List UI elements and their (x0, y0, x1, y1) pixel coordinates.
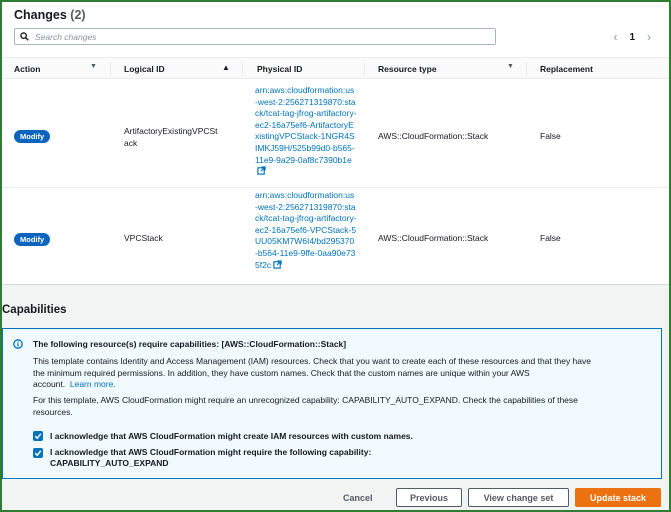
ack-iam-label[interactable]: I acknowledge that AWS CloudFormation mi… (50, 431, 413, 442)
physical-id-link[interactable]: arn:aws:cloudformation:us-west-2:2562713… (255, 85, 357, 178)
alert-text-line: account. (33, 379, 66, 389)
resource-type-cell: AWS::CloudFormation::Stack (378, 131, 489, 141)
alert-heading: The following resource(s) require capabi… (33, 339, 347, 349)
table-row: Modify VPCStack arn:aws:cloudformation:u… (2, 188, 669, 285)
alert-paragraph-iam: This template contains Identity and Acce… (33, 356, 591, 391)
sort-caret-icon[interactable]: ▲ (222, 63, 230, 72)
update-stack-button[interactable]: Update stack (575, 488, 661, 507)
sort-caret-icon[interactable]: ▼ (90, 63, 97, 70)
changes-panel: Changes (2) ‹ 1 › Action ▼ Logical ID ▲ … (2, 2, 669, 285)
table-row: Modify ArtifactoryExistingVPCSt ack arn:… (2, 80, 669, 188)
checkbox-checked-icon (34, 450, 42, 457)
changes-count: (2) (70, 8, 86, 22)
previous-button[interactable]: Previous (396, 488, 462, 507)
replacement-cell: False (540, 131, 561, 141)
ack-auto-expand-checkbox[interactable] (33, 448, 43, 458)
logical-id-cell: VPCStack (124, 232, 163, 244)
resource-type-cell: AWS::CloudFormation::Stack (378, 233, 489, 243)
col-resource-type[interactable]: Resource type (378, 64, 437, 74)
alert-text-line: resources. (33, 406, 73, 417)
sort-caret-icon[interactable]: ▼ (507, 63, 514, 70)
changes-title-text: Changes (14, 8, 67, 22)
search-icon (20, 32, 29, 41)
table-header: Action ▼ Logical ID ▲ Physical ID Resour… (2, 57, 669, 79)
checkbox-checked-icon (34, 433, 42, 440)
physical-id-link[interactable]: arn:aws:cloudformation:us-west-2:2562713… (255, 190, 357, 271)
external-link-icon[interactable] (273, 259, 282, 269)
alert-text-line: For this template, AWS CloudFormation mi… (33, 395, 578, 405)
ack-auto-expand-line: I acknowledge that AWS CloudFormation mi… (50, 447, 372, 457)
col-action-label: Action (14, 64, 41, 74)
replacement-cell: False (540, 233, 561, 243)
col-physical-id-label: Physical ID (257, 64, 303, 74)
info-icon (13, 339, 23, 349)
status-badge: Modify (14, 130, 51, 143)
search-input[interactable] (35, 31, 475, 42)
logical-id-line: ack (124, 138, 138, 148)
page-number[interactable]: 1 (629, 32, 635, 43)
view-change-set-button[interactable]: View change set (468, 488, 569, 507)
capabilities-title: Capabilities (2, 304, 67, 316)
external-link-icon[interactable] (257, 166, 266, 175)
alert-text-line: the minimum required permissions. In add… (33, 367, 530, 378)
logical-id-line: ArtifactoryExistingVPCSt (124, 126, 218, 136)
changes-title: Changes (2) (14, 8, 86, 22)
col-action[interactable]: Action (14, 64, 40, 74)
logical-id-cell: ArtifactoryExistingVPCSt ack (124, 125, 218, 149)
status-badge: Modify (14, 233, 51, 246)
col-logical-id[interactable]: Logical ID (124, 64, 165, 74)
capabilities-alert: The following resource(s) require capabi… (2, 328, 662, 479)
logical-id-line: VPCStack (124, 233, 163, 243)
ack-iam-checkbox[interactable] (33, 431, 43, 441)
alert-paragraph-auto-expand: For this template, AWS CloudFormation mi… (33, 395, 578, 418)
col-logical-id-label: Logical ID (124, 64, 165, 74)
col-physical-id[interactable]: Physical ID (257, 64, 302, 74)
cancel-button[interactable]: Cancel (343, 493, 373, 503)
col-replacement-label: Replacement (540, 64, 593, 74)
col-replacement[interactable]: Replacement (540, 64, 593, 74)
learn-more-link[interactable]: Learn more. (70, 379, 116, 389)
alert-text-line: This template contains Identity and Acce… (33, 356, 591, 366)
ack-auto-expand-label[interactable]: I acknowledge that AWS CloudFormation mi… (50, 447, 371, 469)
pagination: ‹ 1 › (613, 30, 651, 44)
search-box[interactable] (14, 28, 496, 45)
next-page-button[interactable]: › (647, 30, 651, 44)
col-resource-type-label: Resource type (378, 64, 437, 74)
physical-id-text[interactable]: arn:aws:cloudformation:us-west-2:2562713… (255, 85, 357, 165)
ack-auto-expand-line: CAPABILITY_AUTO_EXPAND (50, 458, 169, 468)
physical-id-text[interactable]: arn:aws:cloudformation:us-west-2:2562713… (255, 190, 357, 270)
prev-page-button[interactable]: ‹ (613, 30, 617, 44)
